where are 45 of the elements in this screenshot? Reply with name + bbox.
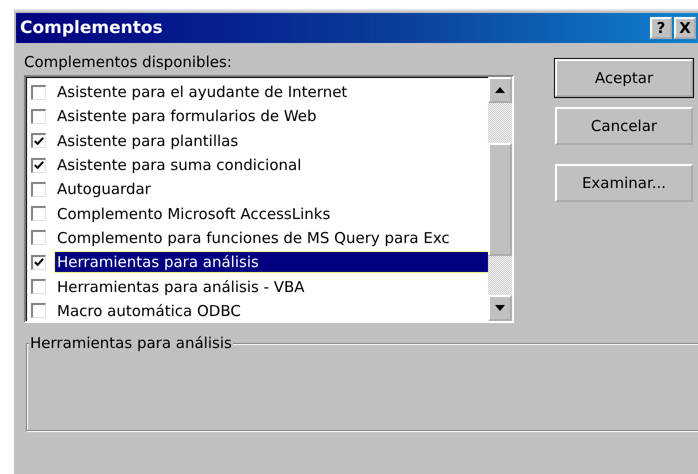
checkbox[interactable]	[31, 206, 46, 222]
arrow-up-icon	[495, 87, 505, 93]
list-label: Complementos disponibles:	[24, 53, 233, 73]
list-item[interactable]: Complemento para funciones de MS Query para Exc	[26, 226, 488, 250]
title-bar-button[interactable]: ?	[650, 17, 672, 39]
dialog-button[interactable]: Cancelar	[555, 107, 693, 145]
item-label: Asistente para el ayudante de Internet	[56, 82, 348, 102]
title-bar-button[interactable]: X	[674, 17, 696, 39]
checkbox[interactable]	[31, 182, 46, 197]
item-label: Herramientas para análisis - VBA	[56, 276, 306, 297]
item-label: Asistente para suma condicional	[56, 155, 302, 176]
list-item[interactable]: Asistente para suma condicional	[26, 152, 488, 178]
addins-list[interactable]	[24, 75, 514, 323]
item-label: Complemento Microsoft AccessLinks	[56, 204, 332, 224]
dialog-button[interactable]: Aceptar	[555, 59, 693, 97]
checkbox[interactable]	[31, 84, 46, 100]
scroll-up-button[interactable]	[488, 77, 512, 103]
scrollbar[interactable]	[488, 77, 512, 321]
list-item[interactable]: Herramientas para análisis	[26, 250, 488, 274]
window-title: Complementos	[20, 18, 163, 38]
list-item[interactable]: Macro automática ODBC	[26, 298, 488, 321]
checkbox[interactable]	[31, 158, 46, 173]
arrow-down-icon	[495, 305, 505, 311]
item-label: Herramientas para análisis	[55, 252, 488, 272]
list-item[interactable]: Complemento Microsoft AccessLinks	[26, 201, 488, 226]
item-label: Autoguardar	[56, 179, 152, 200]
checkbox[interactable]	[31, 230, 46, 246]
scroll-down-button[interactable]	[488, 295, 512, 321]
checkbox[interactable]	[31, 254, 46, 270]
checkbox[interactable]	[31, 279, 46, 294]
scroll-thumb[interactable]	[488, 143, 512, 256]
list-item[interactable]: Autoguardar	[26, 177, 488, 202]
dialog-button[interactable]: Examinar...	[555, 164, 693, 202]
checkbox[interactable]	[31, 303, 46, 318]
checkbox[interactable]	[31, 133, 46, 148]
item-label: Macro automática ODBC	[56, 300, 242, 321]
list-item[interactable]: Asistente para plantillas	[26, 128, 488, 153]
item-label: Asistente para plantillas	[56, 130, 240, 151]
list-item[interactable]: Asistente para formularios de Web	[26, 104, 488, 129]
item-label: Asistente para formularios de Web	[56, 106, 318, 126]
group-title: Herramientas para análisis	[29, 334, 233, 352]
item-label: Complemento para funciones de MS Query para Exc	[56, 228, 451, 248]
list-item[interactable]: Herramientas para análisis - VBA	[26, 274, 488, 299]
list-item[interactable]: Asistente para el ayudante de Internet	[26, 80, 488, 104]
checkbox[interactable]	[31, 108, 46, 124]
